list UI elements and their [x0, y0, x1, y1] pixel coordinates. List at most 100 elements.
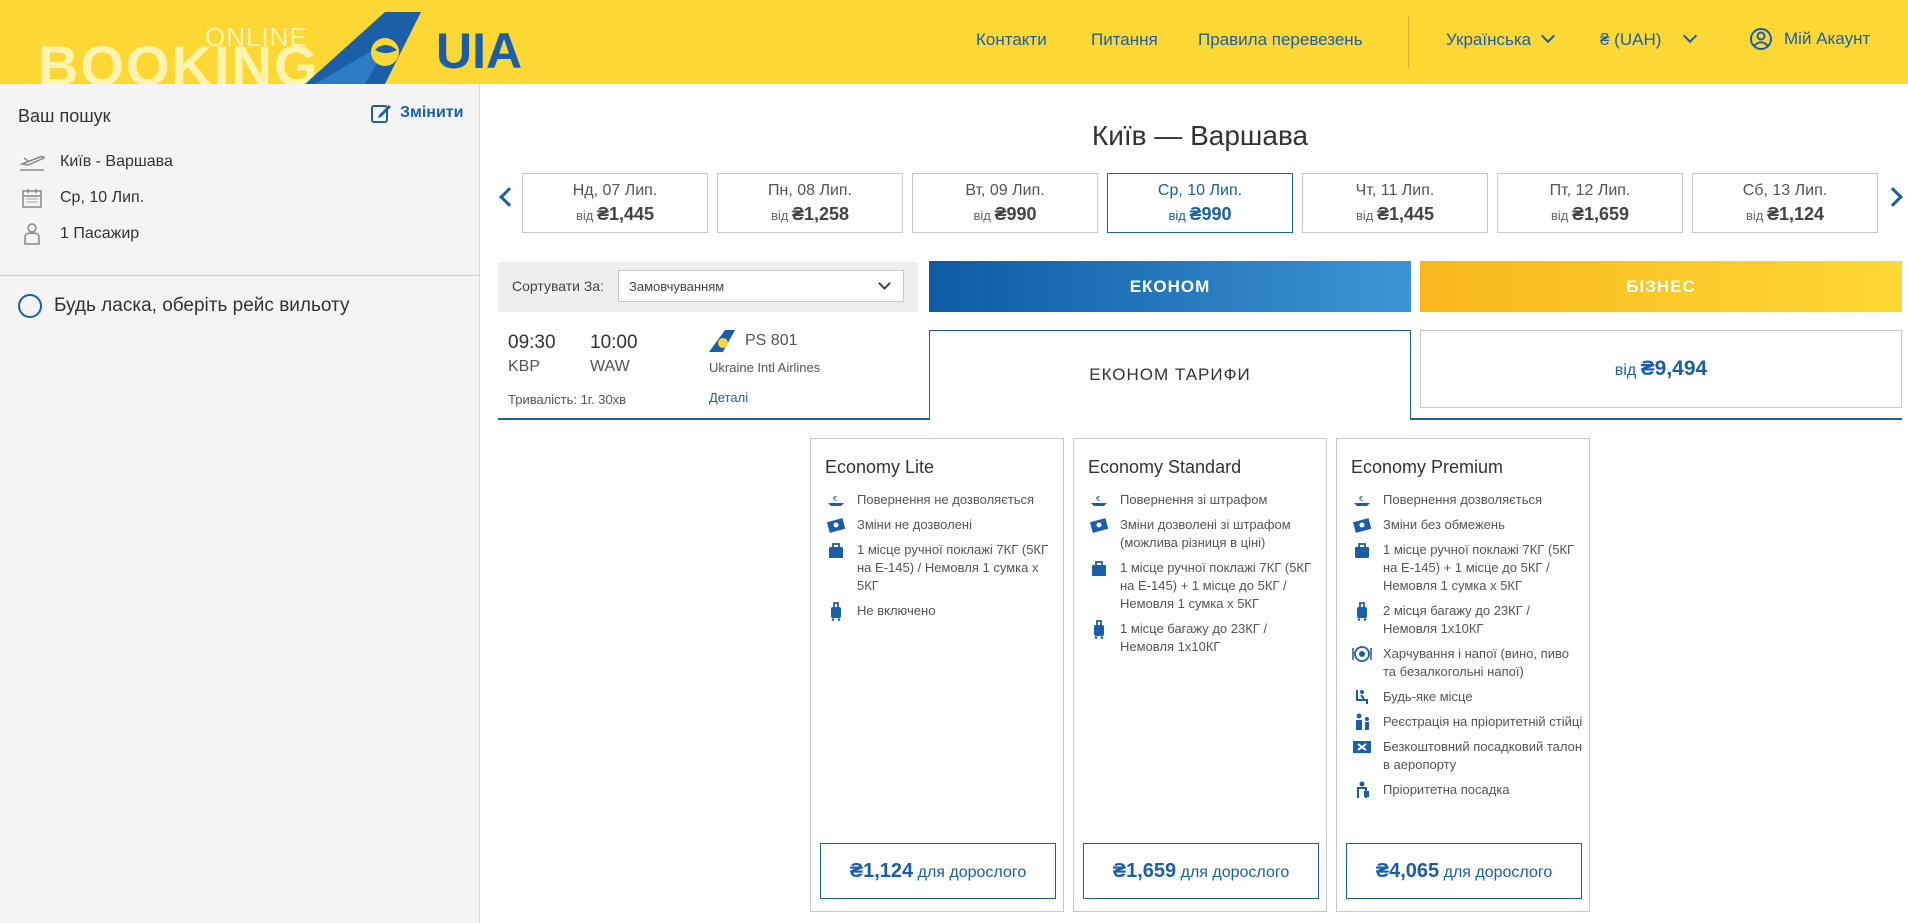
search-route-label: Київ - Варшава [60, 153, 173, 170]
currency-select[interactable]: ₴ (UAH) [1600, 28, 1698, 50]
search-summary-sidebar: Ваш пошук Змінити Київ - Варшава Ср, 10 … [0, 84, 480, 923]
sort-value: Замовчуванням [629, 279, 725, 294]
date-option-price: ₴1,445 [1376, 204, 1435, 224]
date-option-day: Пн, 08 Лип. [767, 182, 852, 199]
fare-feature: € Повернення дозволяється [1351, 491, 1583, 509]
select-fare-button[interactable]: ₴1,124 для дорослого [820, 843, 1056, 899]
sort-label: Сортувати За: [512, 278, 604, 294]
sort-select[interactable]: Замовчуванням [618, 270, 904, 302]
departure-airport: KBP [508, 358, 541, 375]
language-select[interactable]: Українська [1446, 28, 1556, 50]
date-from-label: від [1355, 208, 1374, 223]
sort-bar: Сортувати За: Замовчуванням [498, 262, 918, 312]
fare-name: Economy Premium [1351, 457, 1504, 477]
fare-feature: Зміни без обмежень [1351, 516, 1583, 534]
refund-icon: € [825, 491, 847, 509]
flight-details-link[interactable]: Деталі [709, 390, 748, 405]
date-from-label: від [770, 208, 789, 223]
fare-card-economy-premium: Economy Premium € Повернення дозволяється… [1336, 438, 1590, 912]
fare-features: € Повернення дозволяється Зміни без обмеж… [1351, 491, 1583, 806]
next-dates-arrow-icon[interactable] [1883, 187, 1903, 207]
departure-time: 09:30 [508, 332, 556, 353]
date-option-day: Ср, 10 Лип. [1157, 182, 1243, 199]
flight-duration: Тривалість: 1г. 30хв [508, 392, 627, 407]
sidebar-title: Ваш пошук [18, 106, 111, 126]
logo-uia-text: UIA [436, 23, 523, 79]
nav-contacts[interactable]: Контакти [976, 30, 1047, 50]
search-date-label: Ср, 10 Лип. [60, 189, 145, 206]
airline-name: Ukraine Intl Airlines [709, 360, 821, 375]
business-price-cell[interactable]: від ₴9,494 [1420, 330, 1902, 408]
refund-icon: € [1351, 491, 1373, 509]
currency-label: ₴ (UAH) [1600, 30, 1662, 49]
hand-bag-icon [1351, 541, 1373, 559]
date-option-1[interactable]: Пн, 08 Лип. від ₴1,258 [717, 173, 903, 233]
fare-price: ₴4,065 [1375, 860, 1440, 882]
choose-departure-prompt: Будь ласка, оберіть рейс вильоту [18, 294, 349, 318]
boarding-pass-icon [1351, 738, 1373, 756]
prev-dates-arrow-icon[interactable] [499, 187, 519, 207]
search-passengers-label: 1 Пасажир [60, 225, 140, 242]
priority-checkin-icon [1351, 713, 1373, 731]
search-date: Ср, 10 Лип. [18, 186, 144, 210]
chevron-down-icon [1683, 28, 1698, 44]
date-option-4[interactable]: Чт, 11 Лип. від ₴1,445 [1302, 173, 1488, 233]
search-route: Київ - Варшава [18, 150, 173, 174]
date-from-label: від [1745, 208, 1764, 223]
date-from-label: від [1550, 208, 1569, 223]
fare-feature: Зміни не дозволені [825, 516, 1057, 534]
select-fare-button[interactable]: ₴1,659 для дорослого [1083, 843, 1319, 899]
fare-feature: € Повернення не дозволяється [825, 491, 1057, 509]
fare-features: € Повернення зі штрафом Зміни дозволені з… [1088, 491, 1320, 663]
nav-divider [1408, 16, 1409, 68]
tab-economy[interactable]: ЕКОНОМ [929, 261, 1411, 312]
fare-feature: Харчування і напої (вино, пиво та безалк… [1351, 645, 1583, 681]
divider [1410, 418, 1902, 420]
logo-booking-text: BOOKING [38, 40, 320, 84]
user-icon [1750, 28, 1772, 50]
date-option-price: ₴1,659 [1571, 204, 1630, 224]
date-option-6[interactable]: Сб, 13 Лип. від ₴1,124 [1692, 173, 1878, 233]
date-option-0[interactable]: Нд, 07 Лип. від ₴1,445 [522, 173, 708, 233]
date-option-price: ₴1,445 [596, 204, 655, 224]
booking-uia-logo[interactable]: ONLINE BOOKING UIA [0, 0, 540, 84]
edit-search-label: Змінити [400, 104, 464, 121]
chevron-down-icon [878, 277, 891, 290]
language-label: Українська [1446, 30, 1532, 49]
date-option-day: Пт, 12 Лип. [1549, 182, 1631, 199]
date-from-label: від [1168, 208, 1186, 223]
sidebar-divider [0, 275, 480, 276]
fare-feature: € Повернення зі штрафом [1088, 491, 1320, 509]
fare-feature: Безкоштовний посадковий талон в аеропорт… [1351, 738, 1583, 774]
date-option-price: ₴1,124 [1766, 204, 1825, 224]
date-option-2[interactable]: Вт, 09 Лип. від ₴990 [912, 173, 1098, 233]
arrival-time: 10:00 [590, 332, 638, 353]
chevron-down-icon [1541, 28, 1556, 44]
date-option-price: ₴990 [994, 204, 1037, 224]
date-option-day: Нд, 07 Лип. [572, 182, 658, 199]
airline-logo-icon [709, 330, 735, 352]
luggage-icon [1351, 602, 1373, 621]
tab-business[interactable]: БІЗНЕС [1420, 261, 1902, 312]
account-label: Мій Акаунт [1784, 29, 1871, 48]
svg-text:€: € [1096, 495, 1100, 503]
luggage-icon [1088, 620, 1110, 639]
fare-feature: Не включено [825, 602, 1057, 621]
date-option-3-selected[interactable]: Ср, 10 Лип. від ₴990 [1107, 173, 1293, 233]
edit-search-button[interactable]: Змінити [370, 102, 463, 124]
date-option-day: Чт, 11 Лип. [1355, 182, 1435, 199]
account-link[interactable]: Мій Акаунт [1750, 28, 1870, 50]
select-fare-button[interactable]: ₴4,065 для дорослого [1346, 843, 1582, 899]
hand-bag-icon [1088, 559, 1110, 577]
economy-fares-tab[interactable]: ЕКОНОМ ТАРИФИ [929, 330, 1411, 420]
ticket-change-icon [825, 516, 847, 534]
fare-feature: Пріоритетна посадка [1351, 781, 1583, 799]
fare-price: ₴1,124 [849, 860, 914, 882]
nav-carriage-rules[interactable]: Правила перевезень [1198, 30, 1363, 50]
date-option-5[interactable]: Пт, 12 Лип. від ₴1,659 [1497, 173, 1683, 233]
choose-departure-label: Будь ласка, оберіть рейс вильоту [54, 295, 350, 316]
nav-questions[interactable]: Питання [1091, 30, 1158, 50]
svg-text:€: € [833, 495, 837, 503]
fare-feature: 1 місце ручної поклажі 7КГ (5КГ на E-145… [1088, 559, 1320, 613]
flight-row[interactable]: 09:30 10:00 KBP WAW PS 801 Ukraine Intl … [498, 320, 930, 420]
